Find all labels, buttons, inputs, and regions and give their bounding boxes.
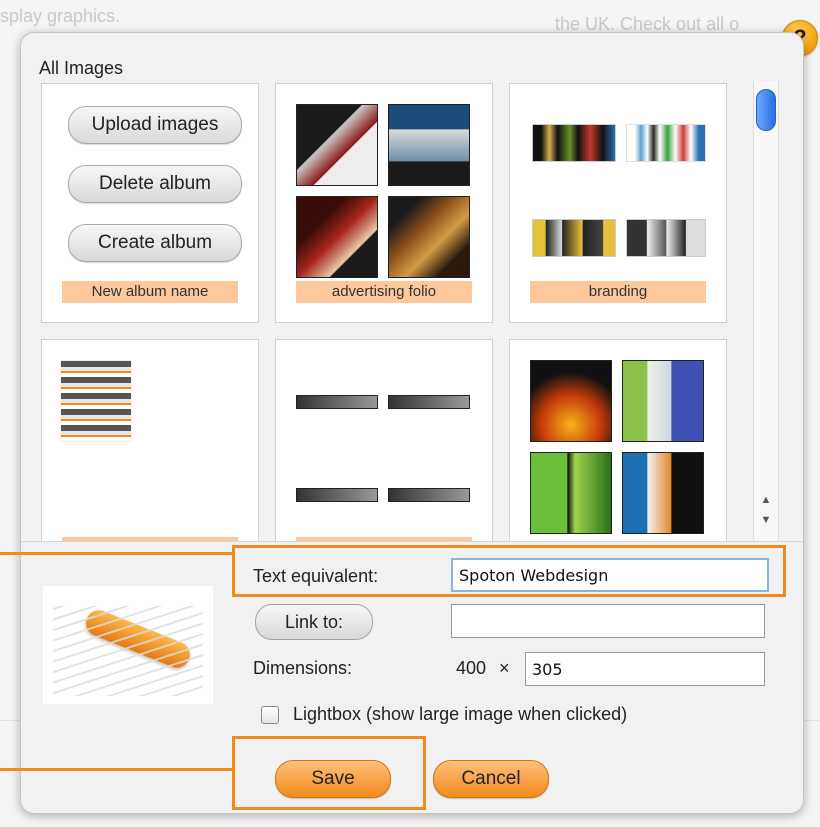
dialog-title: All Images [39,58,124,78]
album-tile[interactable] [509,339,727,541]
album-tile[interactable] [275,339,493,541]
image-dialog: All Images Upload images Delete album Cr… [20,32,804,814]
background-text-left: splay graphics. [0,6,121,26]
album-thumbnail [296,395,378,409]
album-name-label: advertising folio [296,281,472,303]
album-thumbnail [532,124,616,162]
lightbox-checkbox[interactable] [261,706,279,724]
album-thumbnail [388,196,470,278]
album-tile[interactable] [41,339,259,541]
dimension-times-sign: × [499,658,510,678]
scrollbar-thumb[interactable] [756,89,776,131]
album-thumbnail [296,196,378,278]
new-album-name-input[interactable]: New album name [62,281,238,303]
create-album-button[interactable]: Create album [68,224,242,262]
album-thumbnail [388,488,470,502]
delete-album-button[interactable]: Delete album [68,165,242,203]
text-equivalent-input[interactable] [451,558,769,592]
album-thumbnail [388,395,470,409]
save-callout-line [0,768,232,771]
album-tile-advertising-folio[interactable]: advertising folio [275,83,493,323]
selected-image-preview [43,586,213,704]
text-equivalent-label: Text equivalent: [253,566,379,586]
text-equivalent-callout-line [0,552,232,555]
album-thumbnail [622,360,704,442]
image-grid: Upload images Delete album Create album … [35,81,753,541]
actions-tile: Upload images Delete album Create album … [41,83,259,323]
album-thumbnail [296,488,378,502]
album-thumbnail [626,124,706,162]
album-thumbnail [296,104,378,186]
album-thumbnail [60,360,132,442]
album-thumbnail [530,452,612,534]
dimension-height-input[interactable] [525,652,765,686]
grid-scrollbar[interactable]: ▲ ▼ [753,81,779,541]
album-thumbnail [388,104,470,186]
lightbox-label: Lightbox (show large image when clicked) [293,704,628,724]
scroll-down-arrow-icon[interactable]: ▼ [756,511,776,529]
album-name-label: branding [530,281,706,303]
album-thumbnail [626,219,706,257]
dimension-width: 400 [456,658,487,678]
album-thumbnail [622,452,704,534]
album-tile-branding[interactable]: branding [509,83,727,323]
scroll-up-arrow-icon[interactable]: ▲ [756,491,776,509]
upload-images-button[interactable]: Upload images [68,106,242,144]
word-cloud-graphic [53,606,203,696]
album-thumbnail [530,360,612,442]
dimensions-label: Dimensions: [253,658,353,678]
image-properties-panel: Text equivalent: Link to: Dimensions: 40… [21,541,803,798]
link-to-button[interactable]: Link to: [255,604,373,640]
cancel-button[interactable]: Cancel [433,760,549,798]
album-thumbnail [532,219,616,257]
save-button[interactable]: Save [275,760,391,798]
link-url-input[interactable] [451,604,765,638]
